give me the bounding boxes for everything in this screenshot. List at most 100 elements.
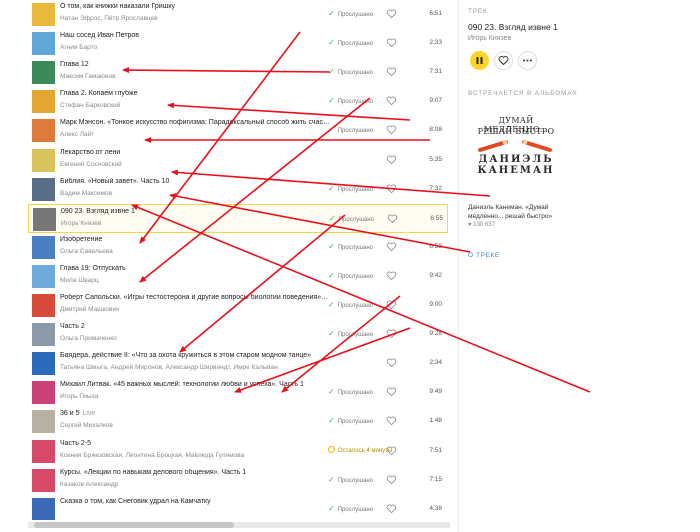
track-title[interactable]: Часть 2-5 bbox=[60, 440, 330, 447]
track-title[interactable]: О том, как книжки наказали Гришку bbox=[60, 3, 330, 10]
track-row[interactable]: 090 23. Взгляд извне 1 Игорь Князев ✓ Просл… bbox=[28, 203, 448, 233]
track-artist[interactable]: Дмитрий Машкович bbox=[60, 306, 300, 313]
heart-icon[interactable] bbox=[386, 37, 397, 48]
track-list: О том, как книжки наказали Гришку Натан Э… bbox=[28, 0, 450, 520]
track-row[interactable]: Глава 2. Копаем глубже Стефан Барковский ✓… bbox=[28, 87, 448, 116]
track-row[interactable]: Михаил Литвак. «45 важных мыслей: технол… bbox=[28, 378, 448, 407]
track-artist[interactable]: Казаков Александр bbox=[60, 481, 300, 488]
track-cover[interactable] bbox=[32, 468, 55, 492]
track-cover[interactable] bbox=[32, 410, 55, 434]
track-title[interactable]: Изобретение bbox=[60, 236, 330, 243]
heart-icon[interactable] bbox=[386, 183, 397, 194]
track-artist[interactable]: Ольга Савельева bbox=[60, 248, 300, 255]
horizontal-scrollbar[interactable] bbox=[28, 522, 450, 528]
track-cover[interactable] bbox=[32, 294, 55, 317]
track-row[interactable]: Глава 19: Отпускать Мила Шварц ✓ Прослушано… bbox=[28, 262, 448, 291]
track-cover[interactable] bbox=[32, 235, 55, 259]
track-row[interactable]: 36 и 5 Live Сергей Михалков ✓ Прослушано 1:48 bbox=[28, 407, 448, 436]
track-title[interactable]: Марк Мэнсон. «Тонкое искусство пофигизма… bbox=[60, 119, 330, 126]
about-track-link[interactable]: О ТРЕКЕ bbox=[468, 252, 500, 259]
heart-icon[interactable] bbox=[386, 66, 397, 77]
more-button[interactable] bbox=[518, 51, 537, 70]
track-cover[interactable] bbox=[32, 352, 55, 376]
track-cover[interactable] bbox=[32, 119, 55, 143]
track-title[interactable]: Лекарство от лени bbox=[60, 149, 330, 156]
heart-icon[interactable] bbox=[386, 474, 397, 485]
heart-icon[interactable] bbox=[386, 241, 397, 252]
track-row[interactable]: Лекарство от лени Евгений Сосновский 5:35 bbox=[28, 146, 448, 175]
heart-icon[interactable] bbox=[387, 213, 398, 224]
track-title[interactable]: Часть 2 bbox=[60, 323, 330, 330]
track-cover[interactable] bbox=[32, 323, 55, 347]
track-row[interactable]: Курсы. «Лекции по навыкам делового общен… bbox=[28, 466, 448, 495]
track-artist[interactable]: Татьяна Шмыга, Андрей Миронов, Александр… bbox=[60, 364, 300, 371]
track-row[interactable]: Марк Мэнсон. «Тонкое искусство пофигизма… bbox=[28, 116, 448, 145]
track-title[interactable]: Глава 2. Копаем глубже bbox=[60, 90, 330, 97]
heart-icon[interactable] bbox=[386, 445, 397, 456]
heart-icon[interactable] bbox=[386, 270, 397, 281]
track-title[interactable]: Курсы. «Лекции по навыкам делового общен… bbox=[60, 469, 330, 476]
album-cover[interactable]: ДУМАЙ МЕДЛЕННО… РЕШАЙ БЫСТРО ДАНИЭЛЬ КАН… bbox=[468, 102, 564, 198]
track-artist[interactable]: Игорь Князев bbox=[61, 220, 301, 227]
track-row[interactable]: Библия. «Новый завет». Часть 10 Вадим Мак… bbox=[28, 175, 448, 204]
album-title[interactable]: Даниэль Канеман. «Думай медленно... реша… bbox=[468, 203, 578, 221]
track-title-text: Библия. «Новый завет». Часть 10 bbox=[60, 177, 170, 185]
track-artist[interactable]: Игорь Гмыза bbox=[60, 393, 300, 400]
track-artist[interactable]: Евгений Сосновский bbox=[60, 161, 300, 168]
track-title[interactable]: Михаил Литвак. «45 важных мыслей: технол… bbox=[60, 381, 330, 388]
track-title[interactable]: 090 23. Взгляд извне 1 bbox=[61, 208, 331, 215]
heart-icon[interactable] bbox=[386, 124, 397, 135]
pause-button[interactable] bbox=[470, 51, 489, 70]
heart-icon[interactable] bbox=[386, 415, 397, 426]
track-title[interactable]: 36 и 5 Live bbox=[60, 410, 330, 417]
track-cover[interactable] bbox=[32, 381, 55, 405]
track-cover[interactable] bbox=[32, 32, 55, 56]
track-cover[interactable] bbox=[32, 177, 55, 201]
scrollbar-thumb[interactable] bbox=[34, 522, 234, 528]
track-title[interactable]: Наш сосед Иван Петров bbox=[60, 32, 330, 39]
track-artist[interactable]: Вадим Максимов bbox=[60, 190, 300, 197]
track-row[interactable]: Часть 2 Ольга Примаченко ✓ Прослушано 9:28 bbox=[28, 320, 448, 349]
track-row[interactable]: Глава 12 Максим Гамаюнов ✓ Прослушано 7:31 bbox=[28, 58, 448, 87]
track-artist[interactable]: Ольга Примаченко bbox=[60, 335, 300, 342]
heart-icon[interactable] bbox=[386, 503, 397, 514]
heart-icon[interactable] bbox=[386, 299, 397, 310]
heart-icon[interactable] bbox=[386, 154, 397, 165]
track-cover[interactable] bbox=[32, 148, 55, 172]
track-artist[interactable]: Стефан Барковский bbox=[60, 102, 300, 109]
track-cover[interactable] bbox=[32, 497, 55, 520]
track-row[interactable]: Наш сосед Иван Петров Агния Барто ✓ Прослуш… bbox=[28, 29, 448, 58]
heart-icon[interactable] bbox=[386, 8, 397, 19]
track-artist[interactable]: Ксения Бржезовская, Леонтина Броцкая, Ма… bbox=[60, 452, 300, 459]
track-cover[interactable] bbox=[32, 439, 55, 463]
heart-icon[interactable] bbox=[386, 386, 397, 397]
track-title[interactable]: Роберт Сапольски. «Игры тестостерона и д… bbox=[60, 294, 330, 301]
track-cover[interactable] bbox=[32, 264, 55, 288]
heart-icon[interactable] bbox=[386, 95, 397, 106]
heart-icon[interactable] bbox=[386, 328, 397, 339]
track-artist[interactable]: Агния Барто bbox=[60, 44, 300, 51]
track-cover[interactable] bbox=[32, 3, 55, 26]
track-row[interactable]: Часть 2-5 Ксения Бржезовская, Леонтина Бр… bbox=[28, 437, 448, 466]
track-cover[interactable] bbox=[32, 90, 55, 114]
track-title[interactable]: Сказка о том, как Снеговик удрал на Камч… bbox=[60, 498, 330, 505]
track-row[interactable]: О том, как книжки наказали Гришку Натан Э… bbox=[28, 0, 448, 29]
track-title[interactable]: Баядера, действие II: «Что за охота круж… bbox=[60, 352, 330, 359]
track-artist[interactable]: Сергей Михалков bbox=[60, 422, 300, 429]
track-artist[interactable]: Алекс Лайт bbox=[60, 131, 300, 138]
track-cover[interactable] bbox=[32, 61, 55, 85]
track-row[interactable]: Изобретение Ольга Савельева ✓ Прослушано 6:5… bbox=[28, 233, 448, 262]
heart-icon[interactable] bbox=[386, 357, 397, 368]
like-button[interactable] bbox=[494, 51, 513, 70]
track-artist[interactable]: Натан Эфрос, Пётр Ярославцев bbox=[60, 15, 300, 22]
track-artist[interactable]: Максим Гамаюнов bbox=[60, 73, 300, 80]
track-title[interactable]: Библия. «Новый завет». Часть 10 bbox=[60, 178, 330, 185]
track-title[interactable]: Глава 19: Отпускать bbox=[60, 265, 330, 272]
track-row[interactable]: Сказка о том, как Снеговик удрал на Камч… bbox=[28, 495, 448, 520]
track-cover[interactable] bbox=[33, 207, 56, 231]
track-row[interactable]: Баядера, действие II: «Что за охота круж… bbox=[28, 349, 448, 378]
panel-track-artist[interactable]: Игорь Князев bbox=[468, 35, 511, 42]
track-row[interactable]: Роберт Сапольски. «Игры тестостерона и д… bbox=[28, 291, 448, 320]
track-artist[interactable]: Мила Шварц bbox=[60, 277, 300, 284]
track-title[interactable]: Глава 12 bbox=[60, 61, 330, 68]
